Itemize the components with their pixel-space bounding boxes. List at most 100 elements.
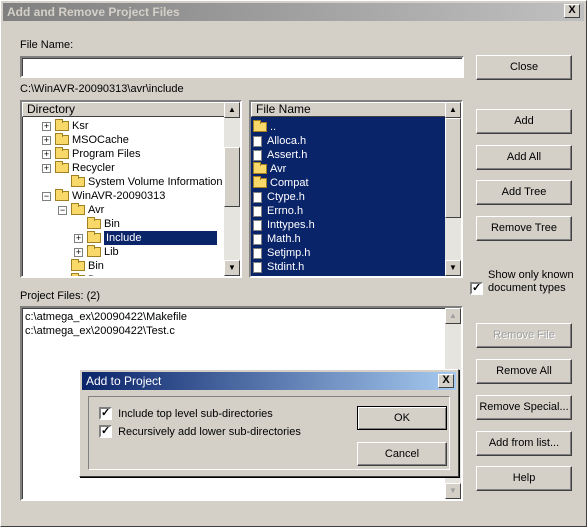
scroll-down-arrow-icon[interactable]: ▼	[445, 483, 461, 499]
add-button-label: Add	[514, 115, 534, 127]
add-from-list-button[interactable]: Add from list...	[476, 431, 572, 456]
scroll-up-arrow-icon[interactable]: ▲	[224, 102, 240, 118]
directory-item[interactable]: System Volume Information	[58, 175, 223, 189]
remove-all-button-label: Remove All	[496, 365, 552, 377]
file-item[interactable]: Ctype.h	[251, 190, 441, 204]
expand-icon[interactable]: +	[42, 149, 51, 159]
directory-item[interactable]: D	[58, 273, 96, 276]
file-list[interactable]: File Name .. Alloca.h Assert.h Avr Compat Cty…	[249, 100, 463, 278]
file-name-input[interactable]	[20, 56, 464, 78]
expand-icon[interactable]: +	[42, 121, 51, 131]
file-icon	[253, 205, 262, 217]
directory-scrollbar[interactable]: ▲ ▼	[224, 102, 240, 276]
file-item[interactable]: Setjmp.h	[251, 246, 441, 260]
directory-item[interactable]: + Program Files	[42, 147, 140, 161]
file-item[interactable]: Errno.h	[251, 204, 441, 218]
directory-item[interactable]: + Include	[74, 231, 217, 245]
title-bar: Add and Remove Project Files X	[3, 3, 584, 21]
scroll-thumb[interactable]	[224, 147, 240, 207]
close-button[interactable]: Close	[476, 55, 572, 80]
file-item-label: Stdlib.h	[267, 275, 304, 276]
dialog-close-button[interactable]: X	[438, 374, 454, 388]
file-item[interactable]: Compat	[251, 176, 441, 190]
add-tree-button[interactable]: Add Tree	[476, 180, 572, 205]
file-name-header[interactable]: File Name	[251, 102, 461, 117]
directory-item[interactable]: − Avr	[58, 203, 104, 217]
include-top-level-label: Include top level sub-directories	[118, 407, 273, 420]
directory-tree[interactable]: Directory ▲ ▼ + Ksr + MSOCache + Program File…	[20, 100, 242, 278]
remove-file-button[interactable]: Remove File	[476, 323, 572, 348]
recursive-add-option[interactable]: ✓ Recursively add lower sub-directories	[99, 425, 301, 438]
window-close-button[interactable]: X	[564, 4, 580, 18]
include-top-level-checkbox[interactable]: ✓	[99, 407, 112, 420]
directory-item[interactable]: + MSOCache	[42, 133, 129, 147]
include-top-level-option[interactable]: ✓ Include top level sub-directories	[99, 407, 273, 420]
file-item-label: Avr	[270, 163, 287, 175]
file-item-label: Assert.h	[267, 149, 308, 161]
expand-icon[interactable]: +	[74, 247, 83, 257]
collapse-icon[interactable]: −	[42, 191, 51, 201]
directory-item[interactable]: − WinAVR-20090313	[42, 189, 165, 203]
directory-item-label: Avr	[88, 204, 105, 216]
directory-item[interactable]: + Ksr	[42, 119, 89, 133]
remove-tree-button[interactable]: Remove Tree	[476, 216, 572, 241]
directory-item-label: Program Files	[72, 148, 141, 160]
dialog-cancel-button[interactable]: Cancel	[357, 442, 447, 466]
directory-item[interactable]: Bin	[58, 259, 104, 273]
file-item[interactable]: Alloca.h	[251, 134, 441, 148]
scroll-down-arrow-icon[interactable]: ▼	[445, 260, 461, 276]
file-item[interactable]: Math.h	[251, 232, 441, 246]
folder-icon	[253, 120, 267, 133]
expand-icon[interactable]: +	[74, 233, 83, 243]
recursive-add-checkbox[interactable]: ✓	[99, 425, 112, 438]
file-icon	[253, 261, 262, 273]
help-button[interactable]: Help	[476, 466, 572, 491]
scroll-up-arrow-icon[interactable]: ▲	[445, 102, 461, 118]
directory-item-label: Ksr	[72, 120, 89, 132]
project-file-item[interactable]: c:\atmega_ex\20090422\Makefile	[25, 311, 187, 323]
scroll-thumb[interactable]	[445, 118, 461, 218]
directory-item-label: D	[88, 274, 96, 276]
dialog-ok-button[interactable]: OK	[357, 406, 447, 430]
folder-icon	[55, 147, 69, 160]
scroll-up-arrow-icon[interactable]: ▲	[445, 308, 461, 324]
directory-item-label: Include	[104, 231, 217, 245]
dialog-panel: ✓ Include top level sub-directories ✓ Re…	[88, 396, 450, 470]
add-button[interactable]: Add	[476, 109, 572, 134]
remove-special-button[interactable]: Remove Special...	[476, 395, 572, 420]
file-item-label: Stdint.h	[267, 261, 305, 273]
add-all-button[interactable]: Add All	[476, 145, 572, 170]
directory-item[interactable]: + Recycler	[42, 161, 115, 175]
file-item[interactable]: Avr	[251, 162, 441, 176]
expand-icon[interactable]: +	[42, 163, 51, 173]
file-item[interactable]: Stdlib.h	[251, 274, 441, 276]
file-item[interactable]: Assert.h	[251, 148, 441, 162]
project-file-item[interactable]: c:\atmega_ex\20090422\Test.c	[25, 325, 175, 337]
directory-header[interactable]: Directory	[22, 102, 240, 117]
remove-all-button[interactable]: Remove All	[476, 359, 572, 384]
recursive-add-label: Recursively add lower sub-directories	[118, 425, 301, 438]
file-scrollbar[interactable]: ▲ ▼	[445, 102, 461, 276]
folder-icon	[55, 119, 69, 132]
add-tree-button-label: Add Tree	[501, 186, 547, 198]
file-item-label: Errno.h	[267, 205, 304, 217]
file-item-label: ..	[270, 121, 277, 133]
show-known-types-label: Show only known document types	[488, 269, 574, 294]
file-item-label: Ctype.h	[267, 191, 305, 203]
file-icon	[253, 219, 262, 231]
file-item[interactable]: Inttypes.h	[251, 218, 441, 232]
folder-icon	[55, 133, 69, 146]
file-item[interactable]: Stdint.h	[251, 260, 441, 274]
scroll-down-arrow-icon[interactable]: ▼	[224, 260, 240, 276]
folder-icon	[87, 231, 101, 244]
dialog-ok-label: OK	[394, 412, 410, 424]
collapse-icon[interactable]: −	[58, 205, 67, 215]
file-item[interactable]: ..	[251, 120, 441, 134]
current-path: C:\WinAVR-20090313\avr\include	[20, 83, 184, 95]
directory-item[interactable]: Bin	[74, 217, 120, 231]
file-icon	[253, 233, 262, 245]
directory-item[interactable]: + Lib	[74, 245, 119, 259]
show-known-types-checkbox[interactable]: ✓	[470, 282, 483, 295]
expand-icon[interactable]: +	[42, 135, 51, 145]
file-item-label: Inttypes.h	[267, 219, 315, 231]
